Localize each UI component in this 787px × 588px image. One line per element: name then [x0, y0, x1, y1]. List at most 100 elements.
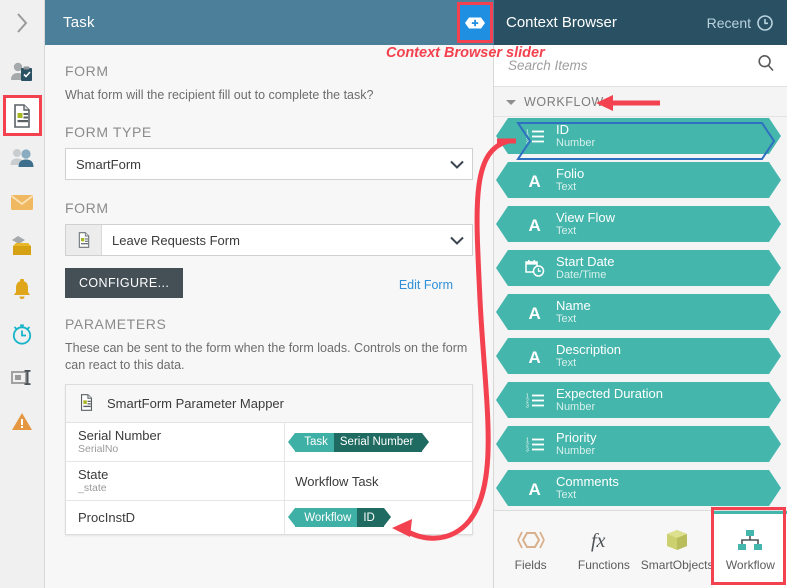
- rail-item-warnings[interactable]: [2, 400, 42, 444]
- group-label: WORKFLOW: [524, 94, 604, 109]
- mapper-doc-icon: [78, 393, 95, 415]
- item-label: Priority: [556, 430, 597, 445]
- form-type-value: SmartForm: [76, 156, 141, 172]
- form-doc-icon: [66, 225, 102, 255]
- param-value-cell[interactable]: Task Serial Number: [285, 423, 472, 461]
- rail-item-actions[interactable]: [2, 224, 42, 268]
- search-input[interactable]: Search Items: [508, 58, 757, 73]
- mapper-header: SmartForm Parameter Mapper: [66, 385, 472, 423]
- svg-text:A: A: [528, 480, 540, 497]
- svg-text:A: A: [528, 304, 540, 321]
- param-value-text: Workflow Task: [295, 473, 379, 489]
- smartobjects-cube-icon: [667, 529, 688, 550]
- item-label: Comments: [556, 474, 619, 489]
- rail-item-participants[interactable]: [2, 136, 42, 180]
- list-item[interactable]: A View Flow Text: [496, 206, 781, 242]
- item-label: View Flow: [556, 210, 616, 225]
- rail-item-notifications[interactable]: [2, 268, 42, 312]
- collapse-triangle-icon[interactable]: [506, 100, 516, 105]
- form-select[interactable]: Leave Requests Form: [65, 224, 473, 256]
- tab-functions[interactable]: fx Functions: [567, 511, 640, 588]
- task-header: Task: [45, 0, 457, 45]
- page-title: Task: [63, 14, 95, 31]
- configure-button[interactable]: CONFIGURE...: [65, 268, 184, 298]
- edit-form-link[interactable]: Edit Form: [399, 278, 453, 292]
- rail-item-escalations[interactable]: [2, 312, 42, 356]
- form-label: FORM: [65, 200, 109, 216]
- rail-item-email[interactable]: [2, 180, 42, 224]
- item-type: Text: [556, 357, 577, 369]
- item-label: Start Date: [556, 254, 615, 269]
- value-chip[interactable]: Task Serial Number: [288, 432, 430, 452]
- context-browser-header: Context Browser Recent: [494, 0, 787, 45]
- calendar-clock-icon: [520, 259, 550, 277]
- list-item[interactable]: A Folio Text: [496, 162, 781, 198]
- param-value-cell[interactable]: Workflow Task: [285, 462, 472, 500]
- workflow-group-header[interactable]: WORKFLOW: [494, 87, 787, 117]
- item-type: Text: [556, 489, 577, 501]
- workflow-hierarchy-icon: [738, 529, 763, 550]
- item-label: Description: [556, 342, 622, 357]
- list-item[interactable]: A Comments Text: [496, 470, 781, 506]
- number-list-icon: 1 2 3: [520, 392, 550, 409]
- list-item[interactable]: 1 2 3 ID Number: [496, 118, 781, 154]
- param-value-cell[interactable]: Workflow ID: [285, 501, 472, 534]
- clock-icon: [757, 14, 773, 31]
- warnings-icon: [12, 413, 32, 430]
- list-item[interactable]: Start Date Date/Time: [496, 250, 781, 286]
- form-section-help: What form will the recipient fill out to…: [65, 88, 374, 102]
- svg-text:3: 3: [526, 403, 529, 409]
- tab-workflow[interactable]: Workflow: [713, 511, 787, 588]
- parameters-label: PARAMETERS: [65, 316, 167, 332]
- actions-inbox-icon: [12, 236, 31, 255]
- form-type-label: FORM TYPE: [65, 124, 152, 140]
- context-browser-slider-icon: [465, 17, 485, 28]
- param-name-cell: State _state: [66, 462, 286, 500]
- rail-expand-toggle[interactable]: [0, 0, 44, 45]
- search-icon[interactable]: [757, 54, 775, 77]
- recent-label: Recent: [706, 14, 751, 31]
- tab-fields[interactable]: Fields: [494, 511, 567, 588]
- context-browser-title: Context Browser: [506, 14, 617, 31]
- outcomes-icon: [11, 370, 31, 385]
- svg-text:A: A: [528, 348, 540, 365]
- escalations-timer-icon: [12, 324, 32, 345]
- rail-item-outcomes[interactable]: [2, 356, 42, 400]
- list-item[interactable]: A Name Text: [496, 294, 781, 330]
- param-name-cell: ProcInstD: [66, 501, 286, 534]
- item-type: Number: [556, 445, 596, 457]
- tab-smartobjects[interactable]: SmartObjects: [641, 511, 714, 588]
- list-item[interactable]: A Description Text: [496, 338, 781, 374]
- param-name-cell: Serial Number SerialNo: [66, 423, 286, 461]
- email-icon: [10, 195, 34, 210]
- svg-text:3: 3: [526, 139, 529, 145]
- table-row[interactable]: State _state Workflow Task: [66, 462, 472, 501]
- left-icon-rail: [0, 0, 45, 588]
- chip-left: Workflow: [295, 508, 358, 527]
- value-chip[interactable]: Workflow ID: [288, 508, 391, 527]
- parameters-help: These can be sent to the form when the f…: [65, 341, 468, 372]
- slider-annotation-label: Context Browser slider: [386, 45, 545, 61]
- number-list-icon: 1 2 3: [520, 436, 550, 453]
- item-label: Expected Duration: [556, 386, 663, 401]
- text-a-icon: A: [520, 303, 550, 321]
- context-browser-slider-button[interactable]: [457, 2, 493, 43]
- context-item-list[interactable]: 1 2 3 ID Number A Folio Text A View Flow…: [494, 118, 787, 550]
- item-type: Date/Time: [556, 269, 607, 281]
- tab-label: Functions: [577, 557, 630, 572]
- svg-text:A: A: [528, 216, 540, 233]
- table-row[interactable]: ProcInstD Workflow ID: [66, 501, 472, 534]
- item-type: Text: [556, 313, 577, 325]
- rail-item-recipients[interactable]: [2, 51, 42, 95]
- text-a-icon: A: [520, 347, 550, 365]
- form-icon: [14, 103, 30, 128]
- form-type-select[interactable]: SmartForm: [65, 148, 473, 180]
- rail-item-form[interactable]: [2, 95, 42, 136]
- context-browser-tabbar[interactable]: Fields fx Functions SmartObjects Workflo…: [494, 510, 787, 588]
- list-item[interactable]: 1 2 3 Expected Duration Number: [496, 382, 781, 418]
- svg-text:A: A: [528, 172, 540, 189]
- recent-button[interactable]: Recent: [707, 15, 773, 31]
- item-label: Folio: [556, 166, 585, 181]
- table-row[interactable]: Serial Number SerialNo Task Serial Numbe…: [66, 423, 472, 462]
- list-item[interactable]: 1 2 3 Priority Number: [496, 426, 781, 462]
